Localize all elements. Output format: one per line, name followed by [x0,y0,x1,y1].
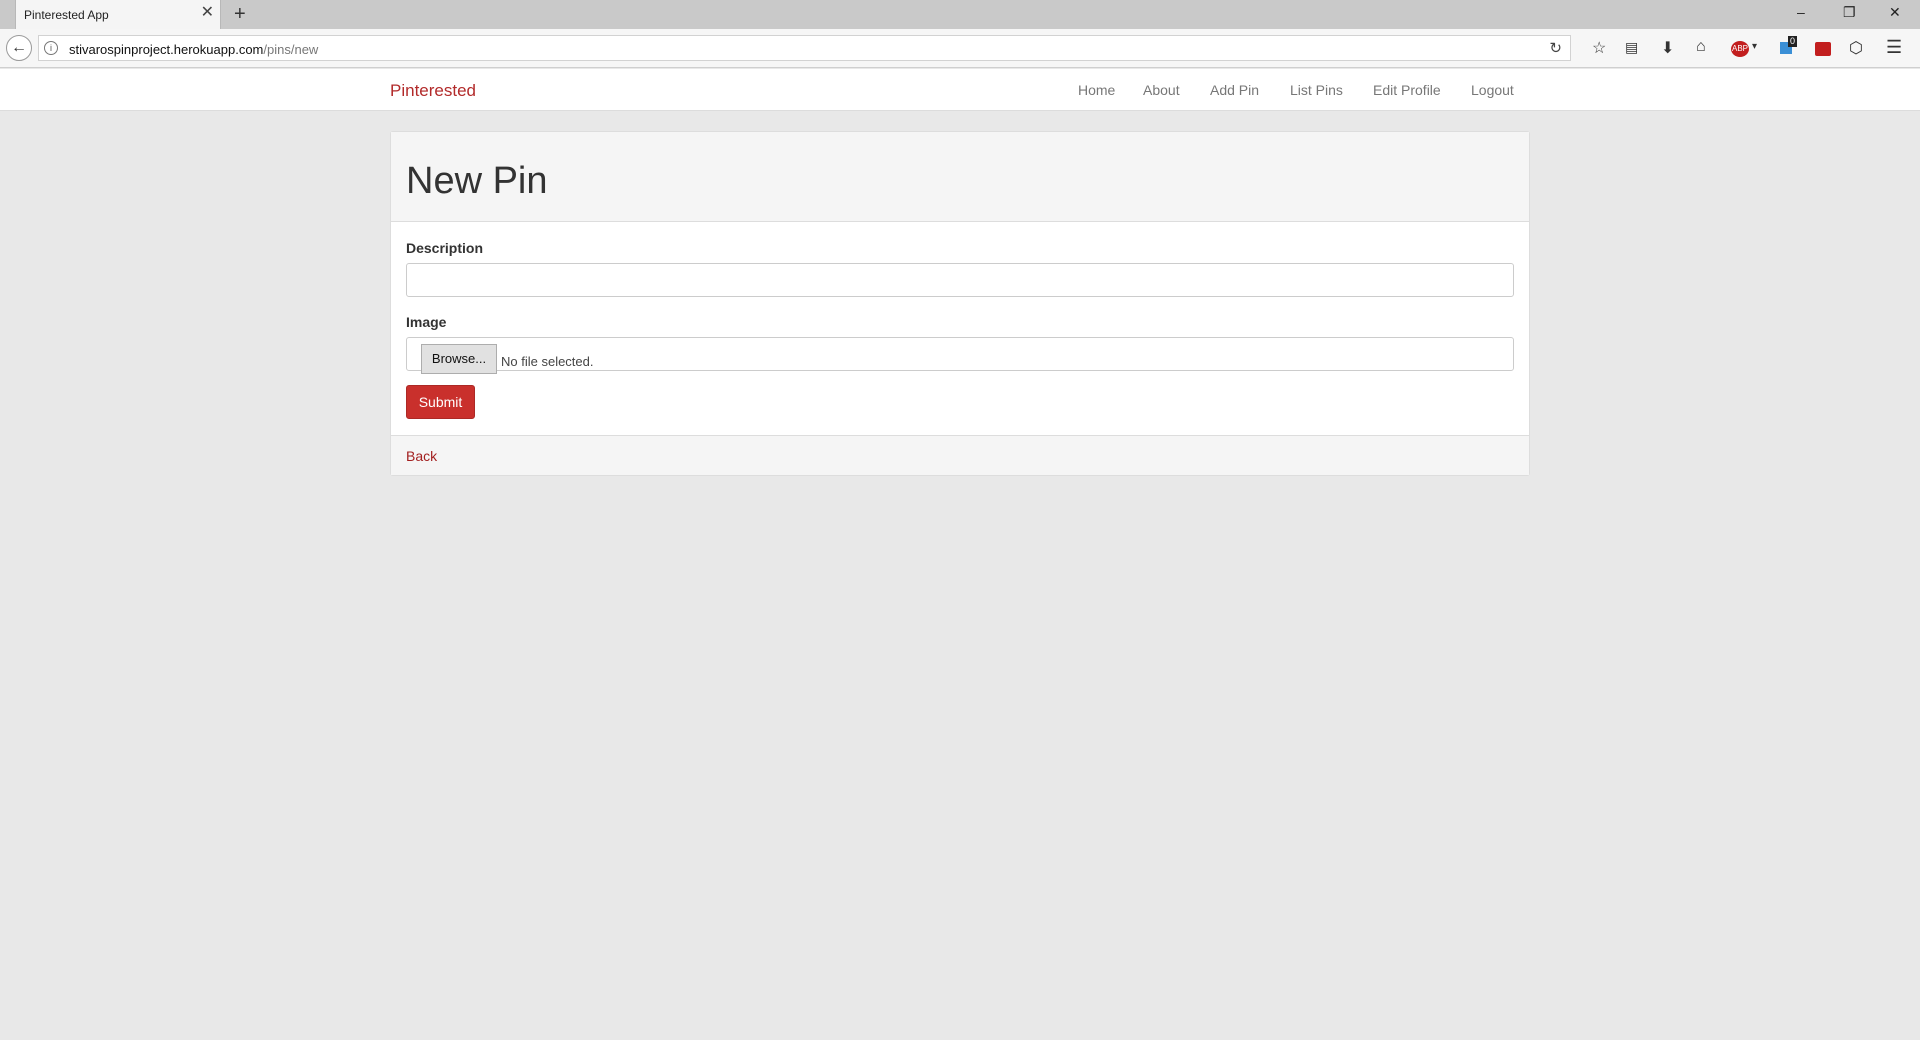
nav-home[interactable]: Home [1078,82,1115,98]
info-icon[interactable]: i [44,41,58,55]
back-link[interactable]: Back [406,448,437,464]
browser-tab[interactable]: Pinterested App ✕ [15,0,221,29]
menu-icon[interactable]: ☰ [1886,37,1902,58]
lastpass-icon[interactable] [1815,42,1831,56]
reading-list-icon[interactable]: ▤ [1625,39,1638,56]
no-file-text: No file selected. [501,354,594,369]
image-file-input[interactable]: Browse... No file selected. [406,337,1514,374]
close-icon[interactable]: ✕ [201,5,214,21]
panel-heading: New Pin [391,132,1529,222]
reload-icon[interactable]: ↻ [1549,39,1562,57]
nav-list-pins[interactable]: List Pins [1290,82,1343,98]
chevron-down-icon[interactable]: ▾ [1752,41,1757,52]
tab-title: Pinterested App [24,8,109,22]
restore-button[interactable]: ❐ [1843,4,1856,21]
minimize-button[interactable]: – [1797,4,1805,20]
url-bar[interactable]: i stivarospinproject.herokuapp.com/pins/… [38,35,1571,61]
download-icon[interactable]: ⬇ [1661,38,1674,58]
adblock-icon[interactable]: ABP [1731,41,1749,57]
extension-badge-count: 0 [1788,36,1798,47]
panel-footer: Back [391,435,1529,475]
image-label: Image [406,314,447,330]
url-text: stivarospinproject.herokuapp.com/pins/ne… [69,42,319,57]
new-tab-button[interactable]: + [234,3,246,25]
brand-link[interactable]: Pinterested [390,81,476,101]
description-input[interactable] [406,263,1514,297]
home-icon[interactable]: ⌂ [1696,38,1706,56]
nav-edit-profile[interactable]: Edit Profile [1373,82,1441,98]
shield-icon[interactable]: ⬡ [1849,38,1863,58]
description-label: Description [406,240,484,256]
nav-logout[interactable]: Logout [1471,82,1514,98]
nav-add-pin[interactable]: Add Pin [1210,82,1259,98]
browser-tab-strip: Pinterested App ✕ + – ❐ ✕ [0,0,1920,29]
star-icon[interactable]: ☆ [1592,38,1606,58]
app-navbar: Pinterested Home About Add Pin List Pins… [0,69,1920,111]
submit-button[interactable]: Submit [406,385,475,419]
window-close-button[interactable]: ✕ [1889,4,1901,21]
nav-about[interactable]: About [1143,82,1180,98]
back-arrow-icon[interactable]: ← [6,35,32,61]
new-pin-panel: New Pin Description Image Browse... No f… [390,131,1530,476]
browse-button[interactable]: Browse... [421,344,497,374]
page-title: New Pin [406,160,548,202]
